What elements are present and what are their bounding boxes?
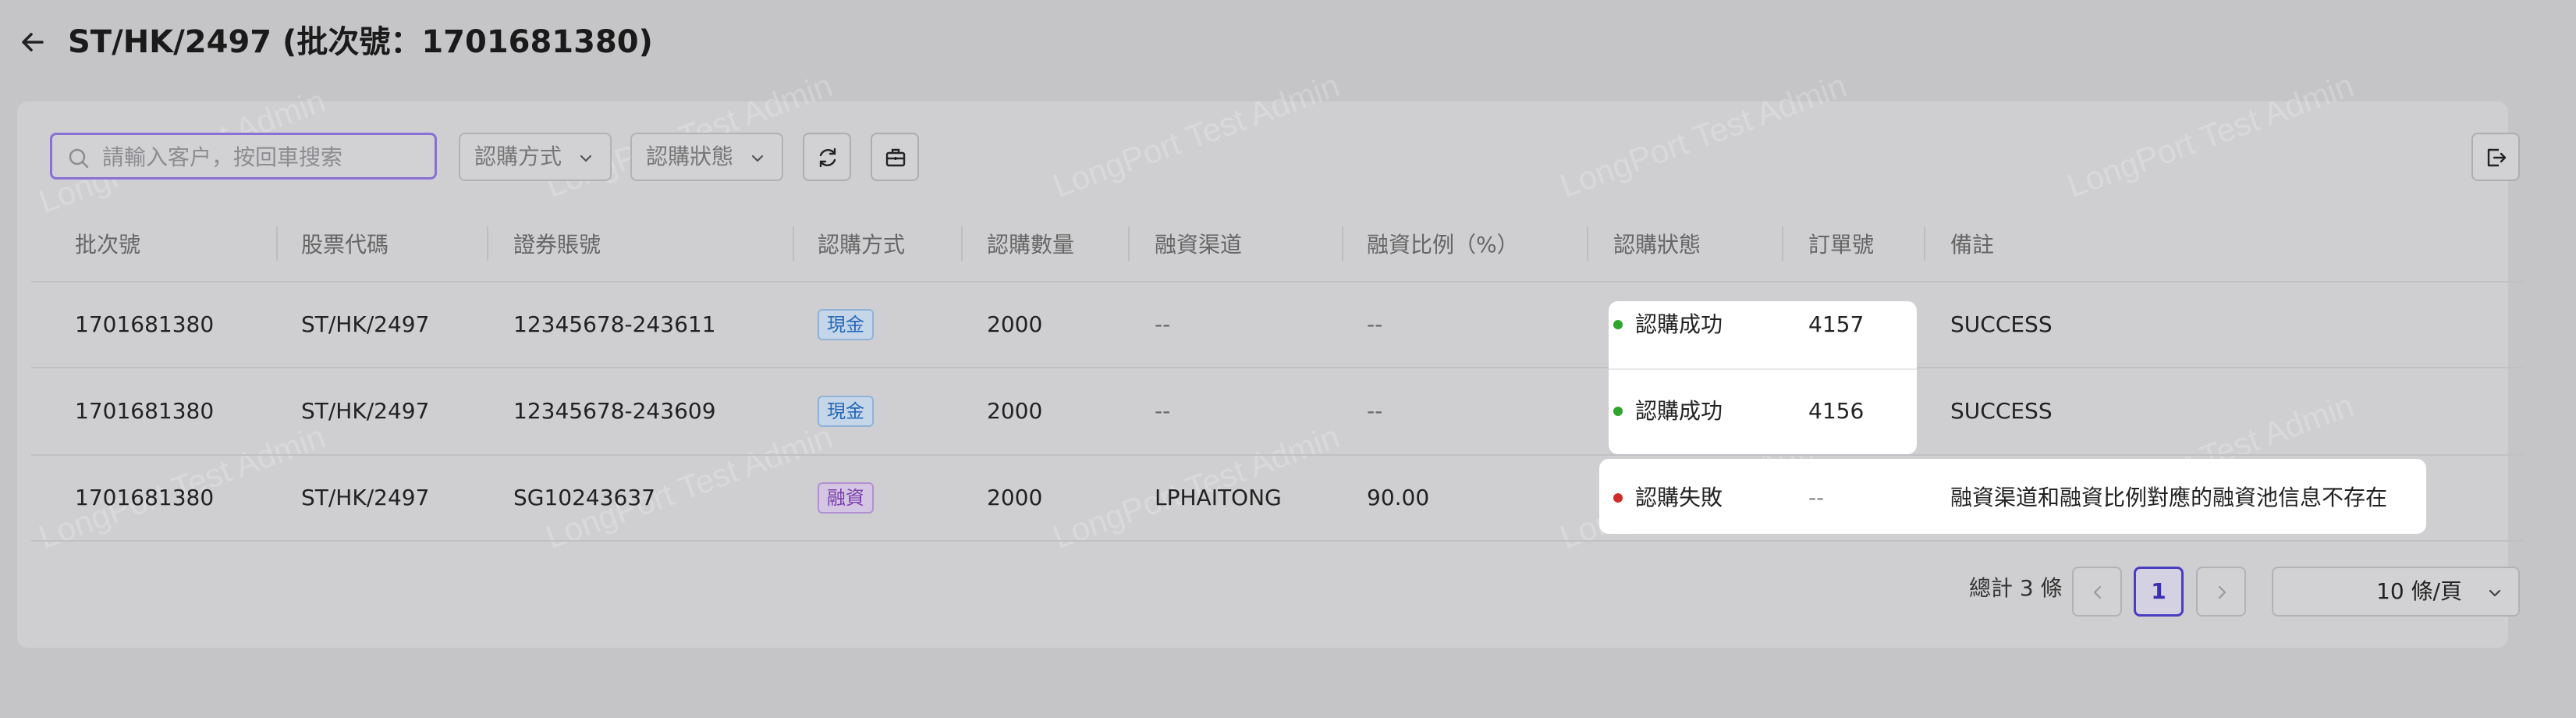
cell-batch: 1701681380 [75, 311, 215, 337]
cell-quantity: 2000 [987, 485, 1043, 510]
export-button[interactable] [2471, 133, 2520, 181]
main-card [17, 101, 2508, 648]
cell-ratio: -- [1367, 398, 1383, 424]
column-divider [1924, 226, 1925, 261]
column-header-remark: 備註 [1950, 232, 1995, 258]
page-1-button[interactable]: 1 [2134, 567, 2184, 617]
cell-quantity: 2000 [987, 311, 1043, 337]
cell-status: 認購失敗 [1635, 485, 1723, 510]
prev-page-button[interactable] [2072, 567, 2122, 617]
cell-channel: LPHAITONG [1155, 485, 1282, 510]
column-divider [487, 226, 488, 261]
cell-account: 12345678-243609 [513, 398, 716, 424]
method-tag: 融資 [818, 482, 874, 514]
subscribe-status-select-label: 認購狀態 [646, 144, 734, 169]
cell-account: SG10243637 [513, 485, 655, 510]
chevron-right-icon [2218, 585, 2227, 599]
page-size-select[interactable]: 10 條/頁 [2272, 567, 2520, 617]
subscribe-status-select[interactable]: 認購狀態 [630, 133, 783, 181]
cell-quantity: 2000 [987, 398, 1043, 424]
cell-status: 認購成功 [1635, 311, 1723, 337]
subscribe-method-select-label: 認購方式 [474, 144, 562, 169]
column-divider [276, 226, 278, 261]
column-settings-button[interactable] [871, 133, 919, 181]
next-page-button[interactable] [2196, 567, 2246, 617]
search-icon [69, 148, 89, 169]
pagination-total: 總計 3 條 [1969, 575, 2063, 601]
cell-channel: -- [1155, 398, 1171, 424]
column-header-quantity: 認購數量 [987, 232, 1075, 258]
cell-account: 12345678-243611 [513, 311, 716, 337]
column-header-channel: 融資渠道 [1155, 232, 1243, 258]
cell-remark: 融資渠道和融資比例對應的融資池信息不存在 [1950, 485, 2388, 510]
cell-ratio: -- [1367, 311, 1383, 337]
cell-batch: 1701681380 [75, 398, 215, 424]
back-arrow-icon[interactable] [17, 27, 48, 58]
cell-ratio: 90.00 [1367, 485, 1430, 510]
column-header-method: 認購方式 [818, 232, 906, 258]
refresh-icon [819, 148, 836, 168]
column-header-status: 認購狀態 [1613, 232, 1701, 258]
cell-order: -- [1808, 485, 1825, 510]
chevron-left-icon [2093, 585, 2102, 599]
row-divider [31, 367, 2524, 368]
status-success-dot [1613, 320, 1623, 329]
cell-order: 4157 [1808, 311, 1865, 337]
cell-remark: SUCCESS [1950, 311, 2053, 337]
column-divider [1128, 226, 1130, 261]
method-tag: 現金 [818, 396, 874, 427]
subscribe-method-select[interactable]: 認購方式 [459, 133, 612, 181]
column-divider [793, 226, 794, 261]
page-title: ST/HK/2497 (批次號：1701681380) [68, 24, 653, 60]
cell-remark: SUCCESS [1950, 398, 2053, 424]
search-field[interactable] [50, 133, 437, 180]
status-success-dot [1613, 407, 1623, 416]
cell-stock: ST/HK/2497 [301, 485, 430, 510]
chevron-down-icon [2489, 589, 2501, 597]
row-divider [31, 454, 2524, 456]
cell-order: 4156 [1808, 398, 1865, 424]
chevron-down-icon [751, 155, 764, 162]
column-header-batch: 批次號 [75, 232, 141, 258]
row-divider [31, 540, 2524, 542]
method-tag: 現金 [818, 309, 874, 340]
row-divider [1609, 368, 1917, 370]
page-size-label: 10 條/頁 [2376, 578, 2462, 604]
cell-batch: 1701681380 [75, 485, 215, 510]
cell-stock: ST/HK/2497 [301, 398, 430, 424]
column-header-order: 訂單號 [1808, 232, 1875, 258]
column-divider [1342, 226, 1343, 261]
column-divider [1782, 226, 1783, 261]
search-input[interactable] [101, 135, 424, 179]
column-header-stock-code: 股票代碼 [301, 232, 389, 258]
column-header-account: 證券賬號 [513, 232, 601, 258]
cell-channel: -- [1155, 311, 1171, 337]
column-divider [1587, 226, 1588, 261]
status-fail-dot [1613, 493, 1623, 503]
briefcase-icon [885, 148, 906, 167]
row-divider [31, 281, 2524, 283]
chevron-down-icon [580, 155, 592, 162]
refresh-button[interactable] [803, 133, 851, 181]
export-icon [2487, 148, 2507, 167]
column-divider [961, 226, 963, 261]
cell-status: 認購成功 [1635, 398, 1723, 424]
column-header-ratio: 融資比例（%） [1367, 232, 1519, 258]
cell-stock: ST/HK/2497 [301, 311, 430, 337]
